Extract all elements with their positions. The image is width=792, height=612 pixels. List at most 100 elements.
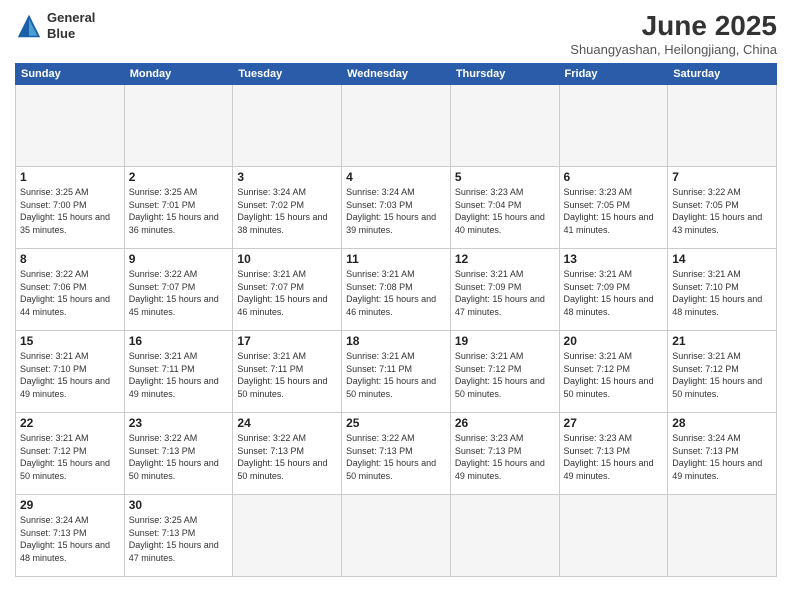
weekday-header: Sunday [16, 64, 125, 85]
calendar-week-row: 29 Sunrise: 3:24 AMSunset: 7:13 PMDayligh… [16, 495, 777, 577]
month-title: June 2025 [570, 10, 777, 42]
weekday-header: Friday [559, 64, 668, 85]
day-info: Sunrise: 3:21 AMSunset: 7:09 PMDaylight:… [455, 268, 555, 318]
day-info: Sunrise: 3:25 AMSunset: 7:13 PMDaylight:… [129, 514, 229, 564]
calendar-cell [668, 85, 777, 167]
day-info: Sunrise: 3:22 AMSunset: 7:06 PMDaylight:… [20, 268, 120, 318]
calendar-cell: 25 Sunrise: 3:22 AMSunset: 7:13 PMDayligh… [342, 413, 451, 495]
day-number: 19 [455, 334, 555, 348]
day-number: 15 [20, 334, 120, 348]
calendar-cell [450, 85, 559, 167]
day-number: 11 [346, 252, 446, 266]
day-number: 10 [237, 252, 337, 266]
calendar-cell [233, 85, 342, 167]
calendar-cell [450, 495, 559, 577]
calendar-cell [124, 85, 233, 167]
calendar-table: SundayMondayTuesdayWednesdayThursdayFrid… [15, 63, 777, 577]
day-number: 4 [346, 170, 446, 184]
day-info: Sunrise: 3:21 AMSunset: 7:12 PMDaylight:… [564, 350, 664, 400]
calendar-header: SundayMondayTuesdayWednesdayThursdayFrid… [16, 64, 777, 85]
day-number: 27 [564, 416, 664, 430]
day-number: 23 [129, 416, 229, 430]
logo: General Blue [15, 10, 95, 41]
day-info: Sunrise: 3:24 AMSunset: 7:03 PMDaylight:… [346, 186, 446, 236]
day-info: Sunrise: 3:21 AMSunset: 7:11 PMDaylight:… [346, 350, 446, 400]
calendar-cell [233, 495, 342, 577]
calendar-cell: 7Sunrise: 3:22 AMSunset: 7:05 PMDaylight… [668, 167, 777, 249]
header: General Blue June 2025 Shuangyashan, Hei… [15, 10, 777, 57]
day-info: Sunrise: 3:21 AMSunset: 7:10 PMDaylight:… [20, 350, 120, 400]
day-info: Sunrise: 3:21 AMSunset: 7:11 PMDaylight:… [237, 350, 337, 400]
calendar-cell [559, 495, 668, 577]
day-info: Sunrise: 3:24 AMSunset: 7:13 PMDaylight:… [672, 432, 772, 482]
day-number: 6 [564, 170, 664, 184]
calendar-cell: 17 Sunrise: 3:21 AMSunset: 7:11 PMDayligh… [233, 331, 342, 413]
day-info: Sunrise: 3:23 AMSunset: 7:04 PMDaylight:… [455, 186, 555, 236]
weekday-header: Monday [124, 64, 233, 85]
calendar-cell: 26Sunrise: 3:23 AMSunset: 7:13 PMDayligh… [450, 413, 559, 495]
day-info: Sunrise: 3:25 AMSunset: 7:00 PMDaylight:… [20, 186, 120, 236]
calendar-cell [559, 85, 668, 167]
weekday-header: Wednesday [342, 64, 451, 85]
calendar-cell [342, 85, 451, 167]
day-info: Sunrise: 3:25 AMSunset: 7:01 PMDaylight:… [129, 186, 229, 236]
day-number: 2 [129, 170, 229, 184]
day-number: 28 [672, 416, 772, 430]
weekday-header-row: SundayMondayTuesdayWednesdayThursdayFrid… [16, 64, 777, 85]
day-info: Sunrise: 3:22 AMSunset: 7:05 PMDaylight:… [672, 186, 772, 236]
calendar-cell: 28 Sunrise: 3:24 AMSunset: 7:13 PMDayligh… [668, 413, 777, 495]
calendar-cell: 3 Sunrise: 3:24 AMSunset: 7:02 PMDaylight… [233, 167, 342, 249]
day-number: 25 [346, 416, 446, 430]
calendar-cell [342, 495, 451, 577]
calendar-cell: 21 Sunrise: 3:21 AMSunset: 7:12 PMDayligh… [668, 331, 777, 413]
day-number: 17 [237, 334, 337, 348]
calendar-cell: 27 Sunrise: 3:23 AMSunset: 7:13 PMDayligh… [559, 413, 668, 495]
calendar-cell: 5 Sunrise: 3:23 AMSunset: 7:04 PMDaylight… [450, 167, 559, 249]
day-number: 9 [129, 252, 229, 266]
day-number: 5 [455, 170, 555, 184]
day-number: 20 [564, 334, 664, 348]
day-number: 21 [672, 334, 772, 348]
calendar-cell: 14Sunrise: 3:21 AMSunset: 7:10 PMDayligh… [668, 249, 777, 331]
location-subtitle: Shuangyashan, Heilongjiang, China [570, 42, 777, 57]
weekday-header: Saturday [668, 64, 777, 85]
day-number: 3 [237, 170, 337, 184]
calendar-cell: 2 Sunrise: 3:25 AMSunset: 7:01 PMDaylight… [124, 167, 233, 249]
day-number: 22 [20, 416, 120, 430]
day-info: Sunrise: 3:21 AMSunset: 7:12 PMDaylight:… [672, 350, 772, 400]
calendar-week-row: 22Sunrise: 3:21 AMSunset: 7:12 PMDayligh… [16, 413, 777, 495]
day-info: Sunrise: 3:22 AMSunset: 7:13 PMDaylight:… [129, 432, 229, 482]
day-number: 29 [20, 498, 120, 512]
day-info: Sunrise: 3:21 AMSunset: 7:07 PMDaylight:… [237, 268, 337, 318]
day-number: 1 [20, 170, 120, 184]
day-info: Sunrise: 3:24 AMSunset: 7:02 PMDaylight:… [237, 186, 337, 236]
day-number: 26 [455, 416, 555, 430]
day-info: Sunrise: 3:22 AMSunset: 7:13 PMDaylight:… [237, 432, 337, 482]
day-info: Sunrise: 3:23 AMSunset: 7:13 PMDaylight:… [564, 432, 664, 482]
day-number: 18 [346, 334, 446, 348]
day-info: Sunrise: 3:22 AMSunset: 7:07 PMDaylight:… [129, 268, 229, 318]
logo-icon [15, 12, 43, 40]
day-info: Sunrise: 3:22 AMSunset: 7:13 PMDaylight:… [346, 432, 446, 482]
day-number: 24 [237, 416, 337, 430]
calendar-cell: 6Sunrise: 3:23 AMSunset: 7:05 PMDaylight… [559, 167, 668, 249]
weekday-header: Tuesday [233, 64, 342, 85]
day-info: Sunrise: 3:21 AMSunset: 7:10 PMDaylight:… [672, 268, 772, 318]
calendar-cell: 16Sunrise: 3:21 AMSunset: 7:11 PMDayligh… [124, 331, 233, 413]
day-number: 16 [129, 334, 229, 348]
calendar-week-row: 8Sunrise: 3:22 AMSunset: 7:06 PMDaylight… [16, 249, 777, 331]
calendar-cell: 15 Sunrise: 3:21 AMSunset: 7:10 PMDayligh… [16, 331, 125, 413]
calendar-cell: 4 Sunrise: 3:24 AMSunset: 7:03 PMDaylight… [342, 167, 451, 249]
calendar-cell: 9 Sunrise: 3:22 AMSunset: 7:07 PMDaylight… [124, 249, 233, 331]
page: General Blue June 2025 Shuangyashan, Hei… [0, 0, 792, 612]
calendar-cell: 11 Sunrise: 3:21 AMSunset: 7:08 PMDayligh… [342, 249, 451, 331]
day-number: 12 [455, 252, 555, 266]
calendar-cell: 1 Sunrise: 3:25 AMSunset: 7:00 PMDaylight… [16, 167, 125, 249]
day-info: Sunrise: 3:21 AMSunset: 7:08 PMDaylight:… [346, 268, 446, 318]
calendar-cell [668, 495, 777, 577]
calendar-cell: 8Sunrise: 3:22 AMSunset: 7:06 PMDaylight… [16, 249, 125, 331]
calendar-cell: 18 Sunrise: 3:21 AMSunset: 7:11 PMDayligh… [342, 331, 451, 413]
day-info: Sunrise: 3:24 AMSunset: 7:13 PMDaylight:… [20, 514, 120, 564]
calendar-week-row: 15 Sunrise: 3:21 AMSunset: 7:10 PMDayligh… [16, 331, 777, 413]
day-info: Sunrise: 3:21 AMSunset: 7:12 PMDaylight:… [455, 350, 555, 400]
